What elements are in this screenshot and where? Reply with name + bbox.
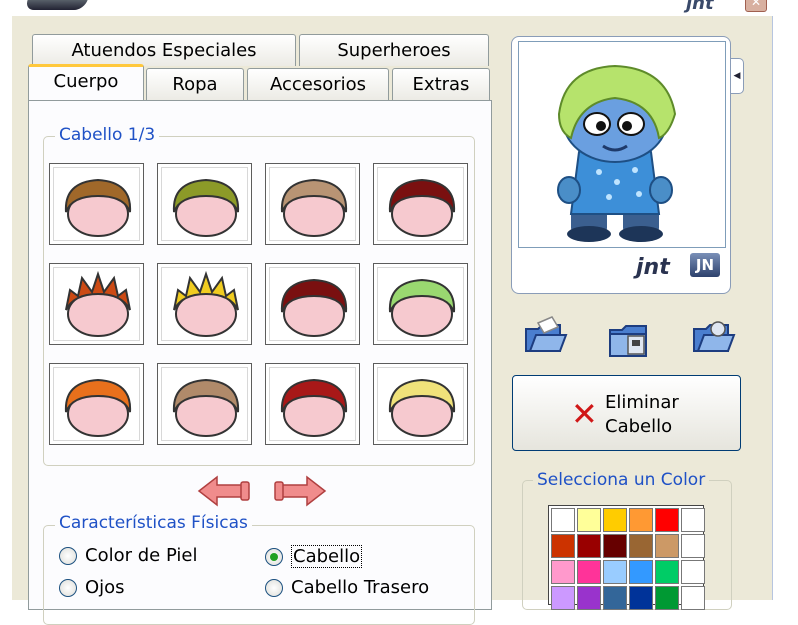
hair-style-7[interactable] bbox=[265, 263, 360, 345]
features-group bbox=[43, 525, 475, 625]
export-folder-icon[interactable] bbox=[690, 315, 736, 357]
color-swatch[interactable] bbox=[577, 586, 601, 610]
hair-style-9[interactable] bbox=[49, 363, 144, 445]
hair-group-label: Cabello 1/3 bbox=[55, 125, 160, 145]
radio-button[interactable] bbox=[265, 578, 283, 597]
radio-label: Cabello Trasero bbox=[291, 577, 430, 598]
app-logo bbox=[23, 0, 93, 10]
brand-logo: JN bbox=[690, 253, 720, 277]
hair-style-11[interactable] bbox=[265, 363, 360, 445]
color-swatch[interactable] bbox=[603, 508, 627, 532]
delete-x-icon: ✕ bbox=[571, 395, 598, 433]
tab-label: Accesorios bbox=[269, 74, 367, 95]
avatar-preview bbox=[518, 41, 726, 248]
hair-style-1[interactable] bbox=[49, 163, 144, 245]
tab-atuendos-especiales[interactable]: Atuendos Especiales bbox=[32, 34, 296, 66]
window-border-right bbox=[772, 16, 798, 600]
color-swatch[interactable] bbox=[577, 534, 601, 558]
radio-label: Color de Piel bbox=[85, 545, 198, 566]
color-swatch[interactable] bbox=[551, 560, 575, 584]
radio-cabello[interactable]: Cabello bbox=[265, 545, 363, 568]
features-group-label: Características Físicas bbox=[55, 513, 252, 533]
avatar-preview-panel: jnt JN bbox=[511, 36, 731, 294]
delete-button-label-line2: Cabello bbox=[605, 416, 673, 437]
color-swatch[interactable] bbox=[681, 534, 705, 558]
color-swatch[interactable] bbox=[551, 586, 575, 610]
open-folder-icon[interactable] bbox=[522, 315, 568, 357]
tab-label: Ropa bbox=[172, 74, 218, 95]
radio-ojos[interactable]: Ojos bbox=[59, 577, 125, 598]
color-swatch[interactable] bbox=[629, 534, 653, 558]
radio-cabello-trasero[interactable]: Cabello Trasero bbox=[265, 577, 429, 598]
tab-label: Cuerpo bbox=[53, 71, 119, 92]
tab-panel-cuerpo: Cabello 1/3 Características Físicas Colo… bbox=[28, 100, 492, 625]
radio-color-de-piel[interactable]: Color de Piel bbox=[59, 545, 197, 566]
color-swatch[interactable] bbox=[681, 508, 705, 532]
hair-style-2[interactable] bbox=[157, 163, 252, 245]
title-brand: jnt bbox=[686, 0, 714, 14]
delete-button-label-line1: Eliminar bbox=[605, 392, 679, 413]
radio-button[interactable] bbox=[265, 547, 283, 566]
hair-style-4[interactable] bbox=[373, 163, 468, 245]
tab-extras[interactable]: Extras bbox=[392, 68, 490, 100]
color-swatch[interactable] bbox=[551, 508, 575, 532]
radio-button[interactable] bbox=[59, 578, 77, 597]
preview-brand: jnt bbox=[636, 255, 670, 280]
title-bar: jnt ✕ bbox=[0, 0, 798, 16]
avatar-character bbox=[557, 64, 677, 242]
color-swatch[interactable] bbox=[603, 560, 627, 584]
color-swatch[interactable] bbox=[603, 534, 627, 558]
tab-ropa[interactable]: Ropa bbox=[146, 68, 244, 100]
color-swatch[interactable] bbox=[551, 534, 575, 558]
tab-accesorios[interactable]: Accesorios bbox=[247, 68, 389, 100]
next-arrow-button[interactable] bbox=[273, 473, 327, 509]
color-swatch[interactable] bbox=[603, 586, 627, 610]
delete-hair-button[interactable]: ✕ Eliminar Cabello bbox=[512, 375, 741, 451]
color-swatch[interactable] bbox=[577, 508, 601, 532]
previous-arrow-button[interactable] bbox=[197, 473, 251, 509]
tab-label: Extras bbox=[412, 74, 470, 95]
hair-style-3[interactable] bbox=[265, 163, 360, 245]
hair-style-6[interactable] bbox=[157, 263, 252, 345]
tab-label: Atuendos Especiales bbox=[71, 40, 257, 61]
color-swatch[interactable] bbox=[629, 508, 653, 532]
save-folder-icon[interactable] bbox=[606, 318, 652, 360]
color-swatch[interactable] bbox=[655, 560, 679, 584]
color-swatch[interactable] bbox=[681, 586, 705, 610]
radio-label: Cabello bbox=[291, 545, 363, 568]
hair-style-10[interactable] bbox=[157, 363, 252, 445]
hair-style-5[interactable] bbox=[49, 263, 144, 345]
radio-button[interactable] bbox=[59, 546, 77, 565]
color-swatch[interactable] bbox=[629, 586, 653, 610]
close-icon[interactable]: ✕ bbox=[745, 0, 767, 12]
expand-preview-button[interactable]: ◀ bbox=[731, 58, 744, 94]
color-group-label: Selecciona un Color bbox=[533, 470, 710, 490]
color-swatch[interactable] bbox=[655, 586, 679, 610]
tab-label: Superheroes bbox=[337, 40, 451, 61]
color-swatch[interactable] bbox=[577, 560, 601, 584]
color-swatch[interactable] bbox=[681, 560, 705, 584]
tab-cuerpo[interactable]: Cuerpo bbox=[28, 64, 144, 100]
radio-label: Ojos bbox=[85, 577, 125, 598]
hair-style-12[interactable] bbox=[373, 363, 468, 445]
hair-style-8[interactable] bbox=[373, 263, 468, 345]
color-palette bbox=[548, 505, 705, 610]
color-swatch[interactable] bbox=[655, 534, 679, 558]
tab-superheroes[interactable]: Superheroes bbox=[299, 34, 489, 66]
color-swatch[interactable] bbox=[655, 508, 679, 532]
color-swatch[interactable] bbox=[629, 560, 653, 584]
